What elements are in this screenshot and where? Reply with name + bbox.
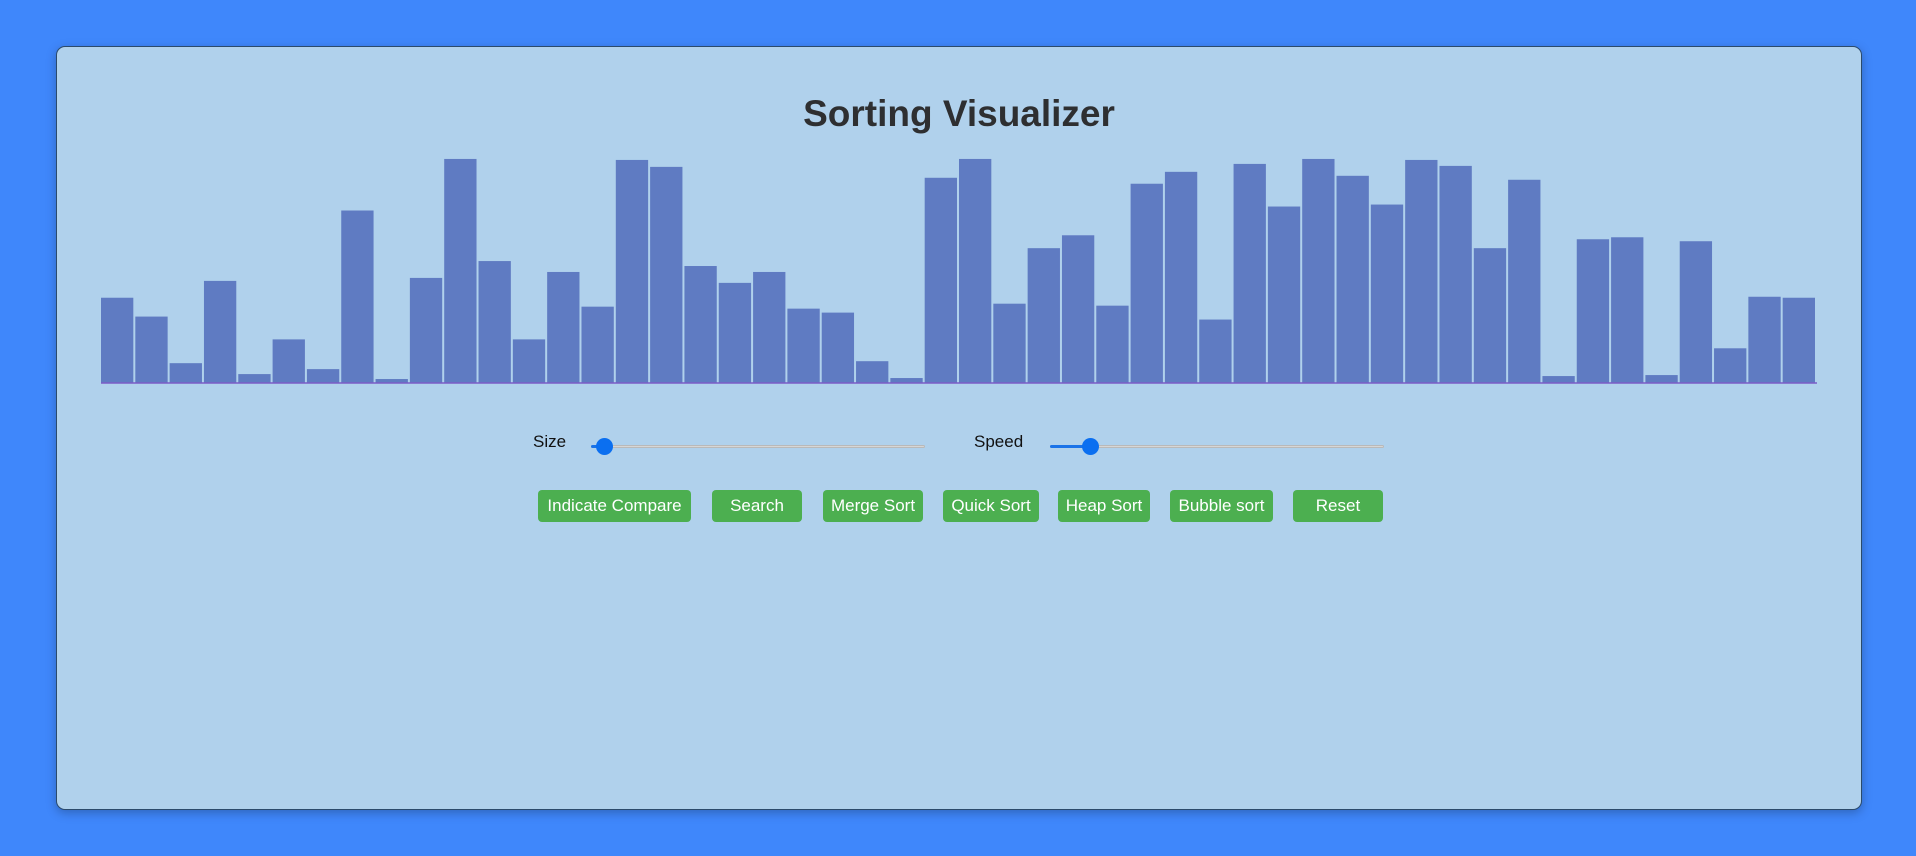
array-bar	[512, 339, 546, 383]
array-bar	[787, 308, 820, 383]
array-bar	[1096, 305, 1129, 383]
array-bar	[306, 369, 340, 383]
size-slider[interactable]	[591, 438, 925, 455]
speed-slider-track	[1050, 445, 1384, 448]
array-bar	[409, 277, 443, 383]
algorithm-buttons: Indicate Compare Search Merge Sort Quick…	[57, 490, 1861, 524]
controls-row: Size Speed	[57, 428, 1861, 458]
array-bar	[1336, 175, 1369, 383]
array-bar	[650, 166, 683, 383]
array-bar	[101, 297, 134, 383]
array-bar	[547, 271, 580, 383]
array-bar	[1611, 237, 1644, 383]
array-bar	[1645, 375, 1678, 383]
array-bar	[856, 361, 889, 383]
size-slider-thumb[interactable]	[596, 438, 614, 455]
array-bar	[924, 177, 957, 383]
array-bar	[581, 306, 614, 383]
array-bar	[1748, 296, 1781, 383]
array-bar	[1164, 171, 1198, 383]
indicate-compare-button[interactable]: Indicate Compare	[538, 490, 691, 522]
array-bar	[993, 303, 1026, 383]
speed-label: Speed	[974, 432, 1024, 451]
size-label: Size	[533, 432, 567, 451]
reset-button[interactable]: Reset	[1293, 490, 1383, 522]
merge-sort-button[interactable]: Merge Sort	[823, 490, 923, 522]
array-bar	[1508, 179, 1541, 383]
array-bar	[1130, 183, 1163, 383]
array-bar	[478, 261, 511, 383]
quick-sort-button[interactable]: Quick Sort	[943, 490, 1039, 522]
array-bar	[169, 363, 202, 383]
speed-slider[interactable]	[1050, 438, 1384, 455]
array-bar	[1267, 206, 1301, 383]
array-bar	[272, 339, 305, 383]
array-bar	[135, 316, 168, 383]
array-bar	[821, 312, 855, 383]
app-panel: Sorting Visualizer Size Speed Indicate C…	[56, 46, 1862, 810]
array-bar	[238, 374, 271, 383]
array-bar	[203, 280, 237, 383]
array-bar	[1199, 319, 1232, 383]
array-bar	[1439, 165, 1472, 383]
array-bar	[684, 266, 717, 383]
array-bar	[718, 282, 752, 383]
bar-array-visualization	[101, 152, 1817, 384]
speed-slider-thumb[interactable]	[1082, 438, 1100, 455]
array-bar	[1714, 348, 1747, 383]
array-bar	[1370, 204, 1404, 383]
array-bar	[753, 271, 786, 383]
array-bar	[444, 158, 477, 383]
array-bar	[1405, 159, 1438, 383]
array-bar	[1473, 248, 1507, 383]
heap-sort-button[interactable]: Heap Sort	[1058, 490, 1150, 522]
array-bar	[1679, 241, 1713, 383]
size-slider-track	[591, 445, 925, 448]
array-bar	[1027, 248, 1060, 383]
array-bar	[1782, 297, 1815, 383]
array-bar	[1542, 376, 1575, 383]
array-bar	[1576, 239, 1610, 383]
array-bar	[1302, 158, 1335, 383]
array-bar	[615, 159, 649, 383]
bubble-sort-button[interactable]: Bubble sort	[1170, 490, 1273, 522]
array-bar	[341, 210, 374, 383]
array-bar	[959, 158, 992, 383]
array-bar	[1233, 163, 1266, 383]
bar-chart	[101, 158, 1817, 384]
array-bar	[1061, 235, 1095, 383]
search-button[interactable]: Search	[712, 490, 802, 522]
page-title: Sorting Visualizer	[803, 93, 1115, 134]
